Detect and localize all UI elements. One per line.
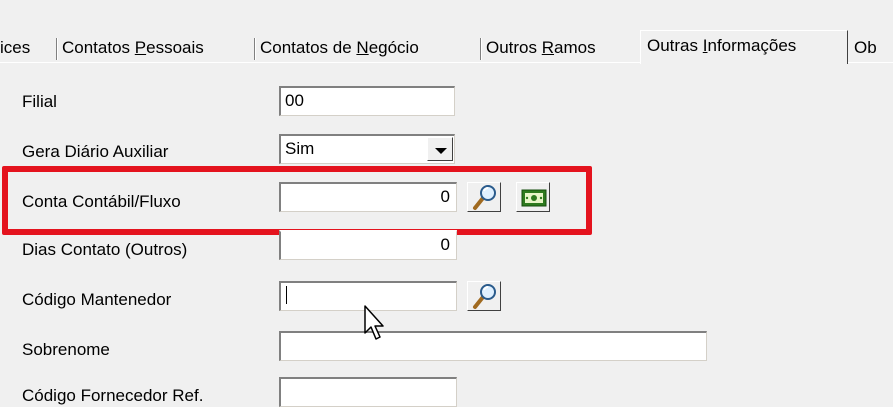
codigo-fornecedor-label: Código Fornecedor Ref. [22, 386, 204, 405]
gera-diario-value: Sim [285, 139, 315, 158]
mouse-pointer-icon [364, 305, 384, 340]
chevron-down-icon[interactable] [427, 137, 453, 161]
tab-contatos-de-negocio[interactable]: Contatos de Negócio [256, 34, 482, 62]
magnifier-icon [473, 284, 496, 309]
filial-label: Filial [22, 92, 57, 111]
window-top-area [0, 0, 893, 34]
gera-diario-label: Gera Diário Auxiliar [22, 142, 169, 161]
tab-outros-ramos[interactable]: Outros Ramos [482, 34, 640, 62]
tab-strip: ices Contatos Pessoais Contatos de Negóc… [0, 30, 893, 64]
gera-diario-select[interactable]: Sim [279, 134, 455, 164]
dias-contato-field[interactable]: 0 [279, 230, 457, 260]
tab-servicos[interactable]: ices [0, 34, 58, 62]
codigo-mantenedor-label: Código Mantenedor [22, 290, 172, 309]
tab-contatos-pessoais[interactable]: Contatos Pessoais [58, 34, 256, 62]
highlight-frame [2, 166, 592, 235]
tab-observacoes[interactable]: Ob [850, 34, 893, 62]
codigo-fornecedor-field[interactable] [279, 377, 457, 407]
codigo-mantenedor-search-button[interactable] [467, 281, 501, 311]
text-caret [286, 286, 287, 304]
tab-outras-informacoes[interactable]: Outras Informações [640, 30, 848, 64]
sobrenome-field[interactable] [279, 331, 707, 361]
dias-contato-label: Dias Contato (Outros) [22, 240, 188, 259]
sobrenome-label: Sobrenome [22, 340, 110, 359]
filial-field[interactable]: 00 [279, 86, 455, 116]
